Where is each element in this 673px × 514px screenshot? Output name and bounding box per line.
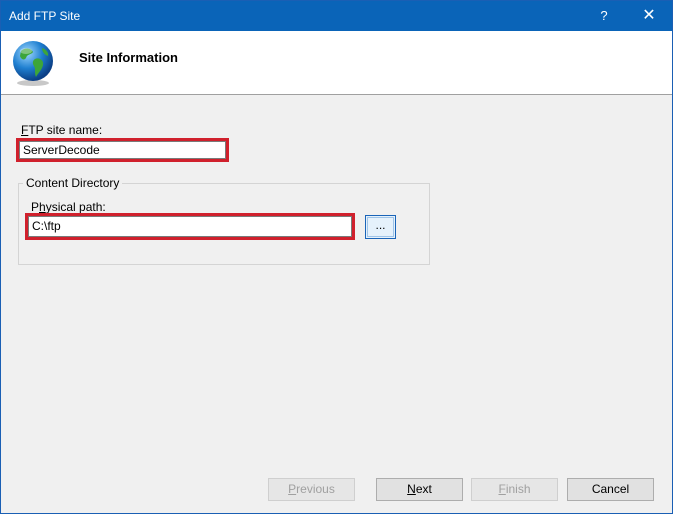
finish-button[interactable]: Finish (471, 478, 558, 501)
title-bar: Add FTP Site ? ✕ (1, 1, 672, 31)
cancel-button[interactable]: Cancel (567, 478, 654, 501)
browse-button[interactable]: ... (365, 215, 396, 239)
wizard-header: Site Information (1, 31, 672, 95)
content-directory-title: Content Directory (23, 176, 123, 190)
help-button[interactable]: ? (581, 1, 627, 31)
physical-path-input[interactable]: C:\ftp (28, 216, 352, 237)
previous-button[interactable]: Previous (268, 478, 355, 501)
window-title: Add FTP Site (9, 9, 81, 23)
physical-path-label: Physical path: (31, 200, 106, 214)
globe-icon (13, 41, 53, 86)
site-name-label: FTP site name: (21, 123, 103, 137)
page-heading: Site Information (79, 50, 178, 65)
site-name-input[interactable]: ServerDecode (19, 141, 226, 159)
next-button[interactable]: Next (376, 478, 463, 501)
add-ftp-site-dialog: Add FTP Site ? ✕ Site Information FTP si… (0, 0, 673, 514)
close-button[interactable]: ✕ (626, 1, 672, 31)
